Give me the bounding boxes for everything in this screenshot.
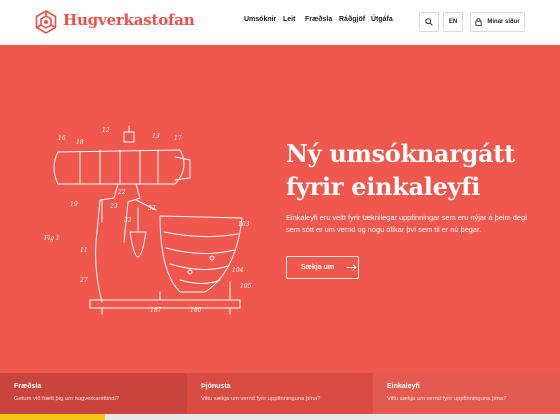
logo-icon[interactable] bbox=[34, 10, 58, 34]
svg-text:105: 105 bbox=[240, 283, 252, 290]
card-text: Viltu sækja um vernd fyrir uppfinninguna… bbox=[387, 396, 507, 402]
search-button[interactable] bbox=[419, 12, 439, 32]
search-icon bbox=[425, 18, 433, 26]
nav-fraedsla[interactable]: Fræðsla bbox=[305, 16, 332, 23]
card-indicator-track bbox=[105, 414, 560, 420]
hero-title: Ný umsóknargátt fyrir einkaleyfi bbox=[286, 137, 556, 203]
svg-text:19: 19 bbox=[70, 201, 78, 208]
card-text: Getum við frætt þig um hugverkaréttindi? bbox=[14, 396, 120, 402]
card-thjonusta[interactable]: Þjónusta Viltu sækja um vernd fyrir uppf… bbox=[187, 373, 373, 420]
svg-text:Fig 1: Fig 1 bbox=[43, 235, 60, 242]
card-title: Fræðsla bbox=[14, 383, 42, 390]
hero-description: Einkaleyfi eru veitt fyrir tæknilegar up… bbox=[286, 213, 527, 234]
card-text: Viltu sækja um vernd fyrir uppfinninguna… bbox=[201, 396, 321, 402]
svg-text:32: 32 bbox=[124, 217, 132, 224]
card-title: Þjónusta bbox=[201, 383, 231, 390]
svg-text:180: 180 bbox=[190, 307, 202, 314]
svg-text:11: 11 bbox=[80, 247, 88, 254]
language-label: EN bbox=[448, 19, 458, 25]
nav-utgafa[interactable]: Útgáfa bbox=[371, 16, 393, 23]
nav-radgjof[interactable]: Ráðgjöf bbox=[339, 16, 365, 23]
card-einkaleyfi[interactable]: Einkaleyfi Viltu sækja um vernd fyrir up… bbox=[373, 373, 560, 420]
svg-text:33: 33 bbox=[148, 205, 156, 212]
svg-text:12: 12 bbox=[102, 127, 110, 134]
card-fraedsla[interactable]: Fræðsla Getum við frætt þig um hugverkar… bbox=[0, 373, 187, 420]
svg-text:13: 13 bbox=[152, 133, 160, 140]
account-button[interactable]: Mínar síður bbox=[470, 12, 525, 32]
lock-icon bbox=[475, 18, 482, 26]
svg-text:22: 22 bbox=[117, 189, 126, 196]
svg-text:27: 27 bbox=[79, 277, 88, 284]
svg-text:104: 104 bbox=[232, 267, 244, 274]
svg-text:103: 103 bbox=[238, 221, 250, 228]
site-header: Hugverkastofan Umsóknir Leit Fræðsla Ráð… bbox=[0, 0, 560, 45]
card-title: Einkaleyfi bbox=[387, 383, 420, 390]
arrow-right-icon bbox=[346, 264, 357, 271]
svg-text:23: 23 bbox=[109, 203, 118, 210]
nav-umsoknir[interactable]: Umsóknir bbox=[244, 16, 276, 23]
svg-text:17: 17 bbox=[174, 135, 182, 142]
apply-button[interactable]: Sækja um bbox=[286, 256, 359, 279]
apply-button-label: Sækja um bbox=[301, 264, 335, 271]
nav-leit[interactable]: Leit bbox=[283, 16, 295, 23]
svg-text:18: 18 bbox=[76, 139, 84, 146]
patent-drawing-image: 16 12 13 17 18 22 23 19 Fig 1 33 103 104 105 180 1… bbox=[43, 125, 252, 315]
svg-text:187: 187 bbox=[150, 307, 162, 314]
hero-title-line1: Ný umsóknargátt bbox=[286, 139, 515, 168]
hero-title-line2: fyrir einkaleyfi bbox=[286, 172, 481, 201]
account-label: Mínar síður bbox=[487, 19, 520, 25]
svg-text:16: 16 bbox=[58, 135, 66, 142]
card-indicator-bar bbox=[0, 414, 105, 420]
language-button[interactable]: EN bbox=[443, 12, 463, 32]
brand-name[interactable]: Hugverkastofan bbox=[63, 11, 195, 29]
